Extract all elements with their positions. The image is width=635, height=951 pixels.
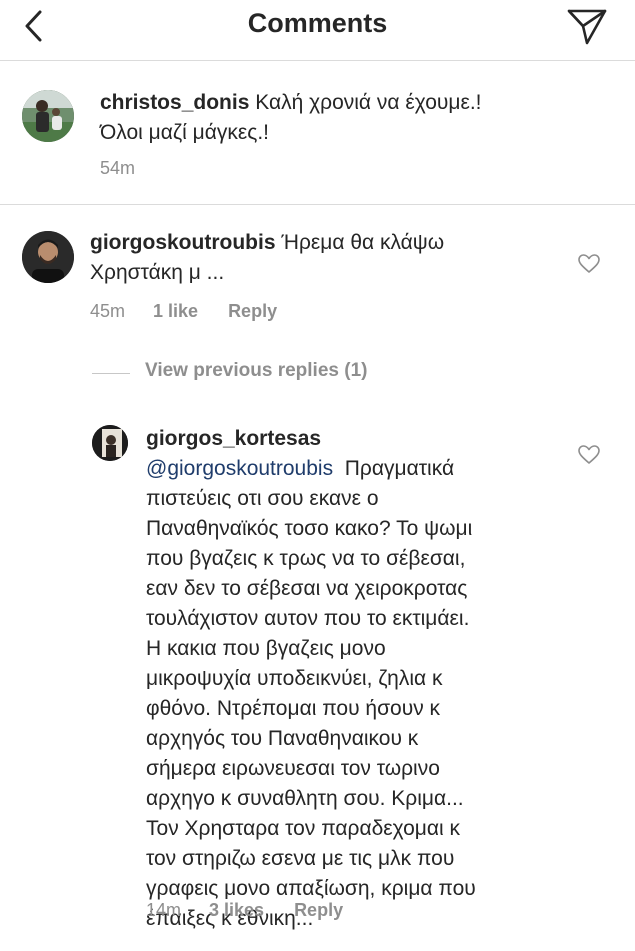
avatar-giorgoskoutroubis[interactable] xyxy=(22,231,74,283)
reply-meta: 14m 3 likes Reply xyxy=(146,900,373,921)
avatar-giorgos-kortesas[interactable] xyxy=(92,425,128,461)
comment-line-1: Ήρεμα θα κλάψω xyxy=(281,231,445,254)
reply-line-6: Η κακια που βγαζεις μονο xyxy=(146,637,386,660)
reply-reply-button[interactable]: Reply xyxy=(294,900,343,920)
caption-meta: 54m xyxy=(100,158,163,179)
header-divider xyxy=(0,60,635,61)
reply-line-0: Πραγματικά xyxy=(344,457,455,480)
comment-line-2: Χρηστάκη μ ... xyxy=(90,261,225,284)
reply-likes[interactable]: 3 likes xyxy=(209,900,264,920)
like-comment-button[interactable] xyxy=(578,254,600,274)
heart-outline-icon xyxy=(578,445,600,464)
reply-username[interactable]: giorgos_kortesas xyxy=(146,424,476,454)
header-bar: Comments xyxy=(0,0,635,50)
reply-line-3: που βγαζεις κ τρως να το σέβεσαι, xyxy=(146,547,466,570)
reply-mention[interactable]: @giorgoskoutroubis xyxy=(146,457,333,480)
reply-line-2: Παναθηναϊκός τοσο κακο? Το ψωμι xyxy=(146,517,473,540)
avatar-christos-donis[interactable] xyxy=(22,90,74,142)
reply-line-10: σήμερα ειρωνευεσαι τον τωρινο xyxy=(146,757,440,780)
comment-giorgoskoutroubis-text: giorgoskoutroubis Ήρεμα θα κλάψω Χρηστάκ… xyxy=(90,228,444,288)
reply-line-12: Τον Χρησταρα τον παραδεχομαι κ xyxy=(146,817,461,840)
reply-line-9: αρχηγός του Παναθηναικου κ xyxy=(146,727,419,750)
caption-time: 54m xyxy=(100,158,136,178)
comment-meta: 45m 1 like Reply xyxy=(90,301,307,322)
reply-line-5: τουλάχιστον αυτον που το εκτιμάει. xyxy=(146,607,470,630)
caption-username[interactable]: christos_donis xyxy=(100,91,249,114)
caption-line-2: Όλοι μαζί μάγκες.! xyxy=(100,121,270,144)
heart-outline-icon xyxy=(578,254,600,273)
view-previous-line xyxy=(92,373,130,374)
view-previous-label[interactable]: View previous replies (1) xyxy=(145,360,367,382)
comment-time: 45m xyxy=(90,301,126,321)
caption-line-1: Καλή χρονιά να έχουμε.! xyxy=(255,91,482,114)
reply-line-11: αρχηγο κ συναθλητη σου. Κριμα... xyxy=(146,787,464,810)
reply-line-1: πιστεύεις οτι σου εκανε ο xyxy=(146,487,379,510)
reply-giorgos-kortesas-text: giorgos_kortesas @giorgoskoutroubis Πραγ… xyxy=(146,424,476,934)
page-title: Comments xyxy=(247,8,388,38)
caption-divider xyxy=(0,204,635,205)
reply-line-13: τον στηριζω εσενα με τις μλκ που xyxy=(146,847,455,870)
reply-line-8: φθόνο. Ντρέπομαι που ήσουν κ xyxy=(146,697,441,720)
reply-line-7: μικροψυχία υποδεικνύει, ζηλια κ xyxy=(146,667,443,690)
comment-reply-button[interactable]: Reply xyxy=(228,301,277,321)
comment-username[interactable]: giorgoskoutroubis xyxy=(90,231,276,254)
caption-text: christos_donis Καλή χρονιά να έχουμε.! Ό… xyxy=(100,88,482,148)
like-reply-button[interactable] xyxy=(578,445,600,465)
comment-likes[interactable]: 1 like xyxy=(153,301,198,321)
reply-time: 14m xyxy=(146,900,182,920)
paper-plane-icon xyxy=(567,9,607,45)
reply-line-4: εαν δεν το σέβεσαι να χειροκροτας xyxy=(146,577,468,600)
send-button[interactable] xyxy=(566,6,608,46)
